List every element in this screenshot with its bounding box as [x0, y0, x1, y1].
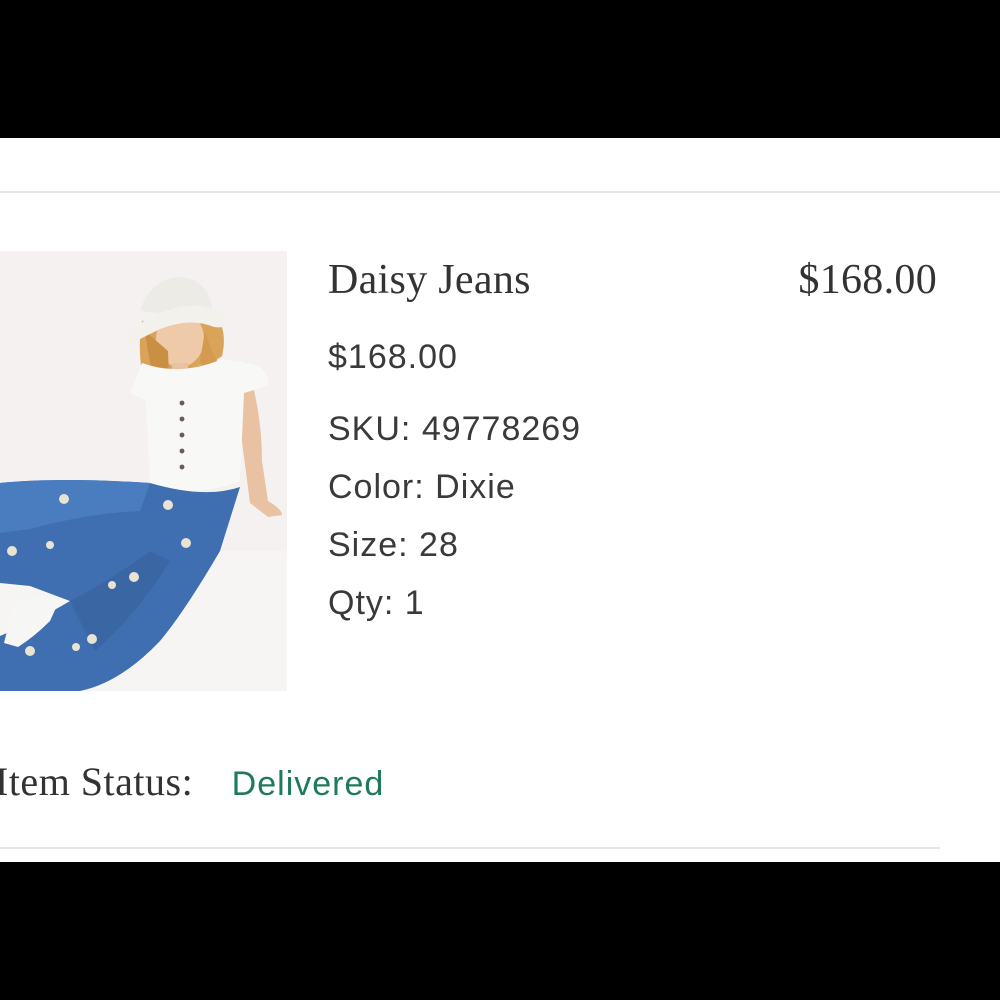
item-status-row: Item Status: Delivered: [0, 758, 384, 808]
order-item-card: Daisy Jeans $168.00 $168.00 SKU: 4977826…: [0, 138, 1000, 862]
sku-label: SKU:: [328, 410, 412, 448]
product-name[interactable]: Daisy Jeans: [328, 256, 531, 304]
color-label: Color:: [328, 468, 425, 506]
size-value: 28: [419, 526, 459, 564]
qty-value: 1: [404, 584, 425, 622]
qty-label: Qty:: [328, 584, 395, 622]
sku-row: SKU: 49778269: [328, 410, 581, 449]
line-total-price: $168.00: [798, 257, 937, 303]
color-value: Dixie: [435, 468, 516, 506]
divider: [0, 847, 940, 849]
divider: [0, 191, 1000, 193]
unit-price: $168.00: [328, 338, 458, 376]
item-status-value: Delivered: [231, 765, 385, 803]
qty-row: Qty: 1: [328, 584, 425, 623]
color-row: Color: Dixie: [328, 468, 516, 507]
sku-value: 49778269: [421, 410, 582, 448]
product-image[interactable]: [0, 251, 287, 691]
size-label: Size:: [328, 526, 409, 564]
item-status-label: Item Status:: [0, 759, 194, 804]
size-row: Size: 28: [328, 526, 459, 565]
